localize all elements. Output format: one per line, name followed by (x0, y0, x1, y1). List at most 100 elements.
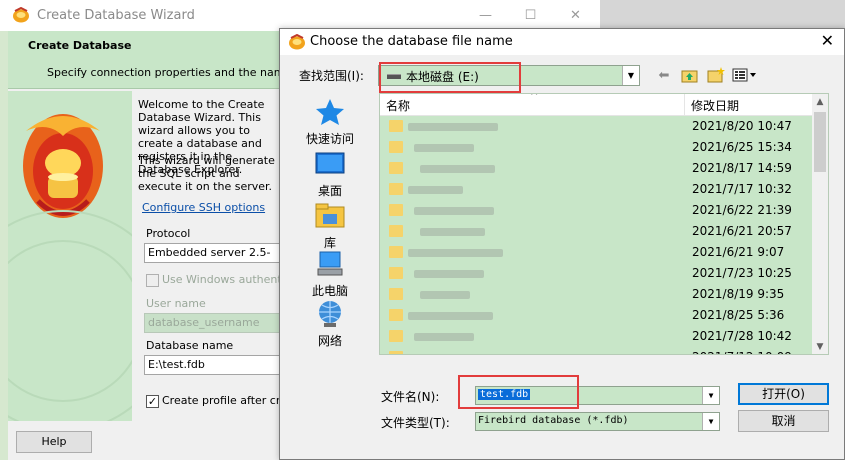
file-row[interactable]: 2021/7/12 10:09 (380, 347, 814, 354)
close-icon[interactable]: ✕ (821, 31, 834, 50)
redacted-file-name (408, 123, 498, 131)
scroll-thumb[interactable] (814, 112, 826, 172)
file-modified-date: 2021/6/21 9:07 (692, 245, 785, 259)
user-name-placeholder: database_username (148, 316, 260, 329)
place-this-pc[interactable]: 此电脑 (299, 249, 361, 299)
redacted-file-name (408, 312, 493, 320)
open-button[interactable]: 打开(O) (738, 383, 829, 405)
file-list-header: 名称 ^ 修改日期 (380, 94, 814, 116)
folder-icon (389, 162, 403, 174)
protocol-label: Protocol (146, 227, 191, 240)
file-row[interactable]: 2021/7/28 10:42 (380, 326, 814, 347)
file-row[interactable]: 2021/7/23 10:25 (380, 263, 814, 284)
place-library[interactable]: 库 (299, 201, 361, 251)
filetype-value: Firebird database (*.fdb) (478, 415, 629, 426)
help-button[interactable]: Help (16, 431, 92, 453)
dialog-titlebar[interactable]: Choose the database file name ✕ (280, 29, 844, 55)
file-row[interactable]: 2021/8/17 14:59 (380, 158, 814, 179)
places-bar: 快速访问 桌面 库 此电脑 网络 (299, 93, 361, 355)
configure-ssh-link[interactable]: Configure SSH options (142, 201, 265, 214)
wizard-left-edge (0, 0, 8, 460)
file-row[interactable]: 2021/6/21 9:07 (380, 242, 814, 263)
maximize-icon[interactable]: ☐ (508, 0, 553, 31)
file-modified-date: 2021/8/19 9:35 (692, 287, 785, 301)
redacted-file-name (408, 186, 463, 194)
redacted-file-name (414, 333, 474, 341)
wizard-titlebar[interactable]: Create Database Wizard — ☐ ✕ (0, 0, 600, 31)
back-arrow-icon[interactable]: ⬅ (654, 67, 674, 85)
file-modified-date: 2021/8/25 5:36 (692, 308, 785, 322)
file-modified-date: 2021/6/21 20:57 (692, 224, 792, 238)
folder-icon (389, 330, 403, 342)
view-menu-icon[interactable] (732, 67, 756, 85)
redacted-file-name (420, 228, 485, 236)
annotation-highlight-box (379, 62, 521, 93)
vertical-scrollbar[interactable]: ▲ ▼ (812, 94, 828, 354)
annotation-highlight-box (458, 375, 579, 409)
cancel-button[interactable]: 取消 (738, 410, 829, 432)
new-folder-icon[interactable] (706, 67, 726, 85)
folder-icon (389, 120, 403, 132)
scroll-up-icon[interactable]: ▲ (812, 94, 828, 111)
wizard-intro-text-2: This wizard will generate the SQL script… (138, 154, 275, 193)
filetype-select[interactable]: Firebird database (*.fdb) ▼ (475, 412, 720, 431)
dialog-title: Choose the database file name (310, 34, 513, 49)
redacted-file-name (408, 249, 503, 257)
folder-icon (389, 183, 403, 195)
redacted-file-name (420, 165, 495, 173)
redacted-file-name (414, 207, 494, 215)
folder-icon (389, 288, 403, 300)
database-name-input[interactable]: E:\test.fdb (144, 355, 280, 375)
up-folder-icon[interactable] (680, 67, 700, 85)
place-quick-access[interactable]: 快速访问 (299, 97, 361, 147)
folder-icon (389, 246, 403, 258)
file-row[interactable]: 2021/8/20 10:47 (380, 116, 814, 137)
user-name-label: User name (146, 297, 206, 310)
file-modified-date: 2021/7/28 10:42 (692, 329, 792, 343)
column-modified-header[interactable]: 修改日期 (691, 97, 739, 114)
wizard-title: Create Database Wizard (37, 8, 195, 23)
file-row[interactable]: 2021/6/25 15:34 (380, 137, 814, 158)
close-icon[interactable]: ✕ (553, 0, 598, 31)
nav-toolbar: ⬅ (654, 67, 756, 85)
wizard-body: Welcome to the Create Database Wizard. T… (138, 98, 280, 418)
redacted-file-name (414, 144, 474, 152)
file-row[interactable]: 2021/6/22 21:39 (380, 200, 814, 221)
choose-file-dialog: Choose the database file name ✕ 查找范围(I):… (279, 28, 845, 460)
minimize-icon[interactable]: — (463, 0, 508, 31)
folder-icon (389, 267, 403, 279)
create-profile-label: Create profile after creation (162, 394, 280, 407)
file-modified-date: 2021/7/23 10:25 (692, 266, 792, 280)
place-network[interactable]: 网络 (299, 299, 361, 349)
chevron-down-icon[interactable]: ▼ (622, 66, 639, 85)
file-row[interactable]: 2021/8/19 9:35 (380, 284, 814, 305)
user-name-input[interactable]: database_username (144, 313, 280, 333)
windows-auth-checkbox[interactable] (146, 274, 159, 287)
protocol-select[interactable]: Embedded server 2.5- (144, 243, 280, 263)
file-modified-date: 2021/8/17 14:59 (692, 161, 792, 175)
file-modified-date: 2021/8/20 10:47 (692, 119, 792, 133)
place-desktop[interactable]: 桌面 (299, 149, 361, 199)
create-profile-checkbox[interactable]: ✓ (146, 395, 159, 408)
filename-label: 文件名(N): (381, 390, 440, 404)
column-name-header[interactable]: 名称 (386, 97, 410, 114)
place-label: 桌面 (317, 184, 342, 198)
chevron-down-icon[interactable]: ▼ (702, 387, 719, 404)
database-name-value: E:\test.fdb (148, 358, 205, 371)
file-rows: 2021/8/20 10:47 2021/6/25 15:34 2021/8/17 … (380, 116, 814, 354)
scroll-down-icon[interactable]: ▼ (812, 339, 828, 354)
chevron-down-icon[interactable]: ▼ (702, 413, 719, 430)
look-in-label: 查找范围(I): (299, 69, 364, 83)
firebird-logo-icon (8, 114, 132, 421)
file-row[interactable]: 2021/6/21 20:57 (380, 221, 814, 242)
file-row[interactable]: 2021/7/17 10:32 (380, 179, 814, 200)
file-row[interactable]: 2021/8/25 5:36 (380, 305, 814, 326)
network-icon (314, 299, 346, 329)
file-modified-date: 2021/6/22 21:39 (692, 203, 792, 217)
desktop-icon (314, 149, 346, 179)
app-logo-icon (288, 33, 306, 53)
file-list[interactable]: 名称 ^ 修改日期 2021/8/20 10:47 2021/6/25 15:34… (379, 93, 829, 355)
screen: Create Database Wizard — ☐ ✕ Create Data… (0, 0, 845, 460)
protocol-value: Embedded server 2.5- (148, 246, 271, 259)
quick-access-star-icon (314, 97, 346, 127)
